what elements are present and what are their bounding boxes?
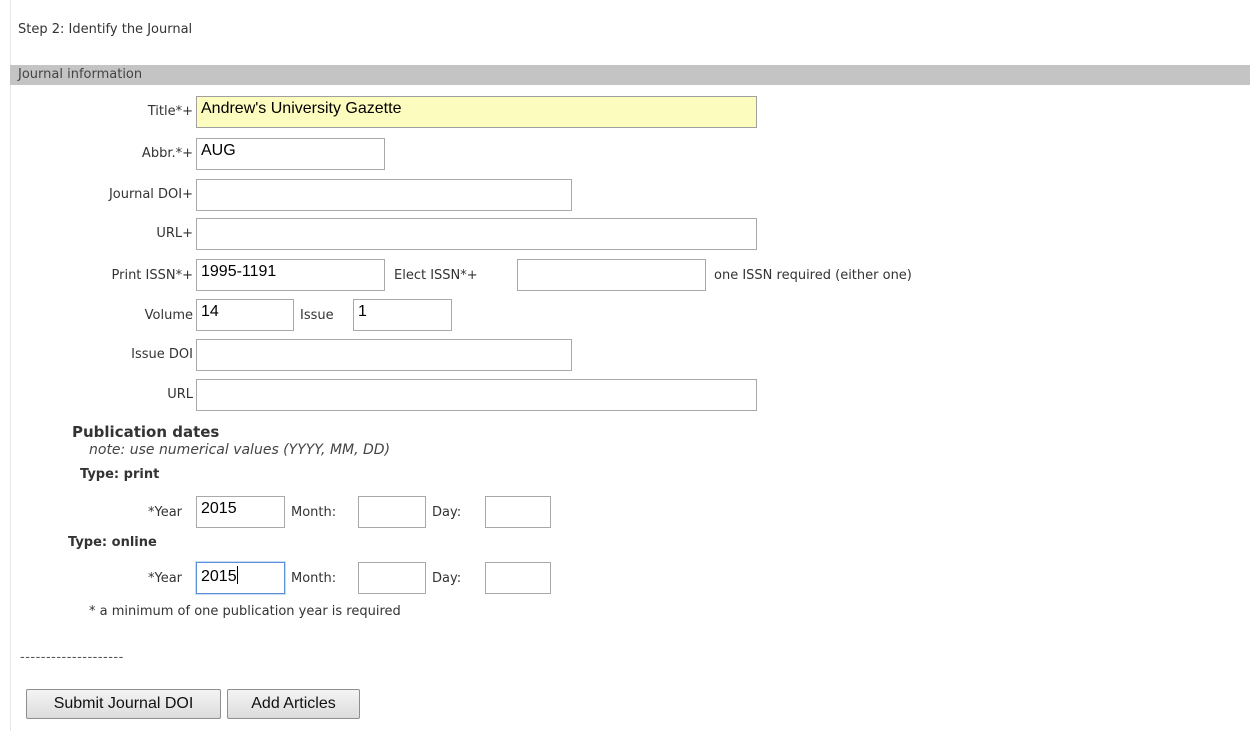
print-day-input[interactable] [485, 496, 551, 528]
type-print-label: Type: print [80, 467, 160, 482]
online-day-label: Day: [432, 571, 462, 586]
section-header-journal-information: Journal information [10, 65, 1250, 85]
title-label: Title*+ [147, 104, 193, 119]
online-month-input[interactable] [358, 562, 426, 594]
separator-line: -------------------- [20, 650, 124, 665]
elect-issn-label: Elect ISSN*+ [394, 268, 478, 283]
abbr-input[interactable]: AUG [196, 138, 385, 170]
print-day-label: Day: [432, 505, 462, 520]
print-month-label: Month: [291, 505, 337, 520]
journal-url-label: URL+ [156, 226, 193, 241]
print-issn-label: Print ISSN*+ [111, 268, 194, 283]
issue-url-label: URL [167, 387, 193, 402]
publication-dates-heading: Publication dates [72, 423, 220, 441]
journal-form-page: Step 2: Identify the Journal Journal inf… [0, 0, 1250, 731]
title-input[interactable]: Andrew's University Gazette [196, 96, 757, 128]
print-year-label: *Year [148, 505, 183, 520]
publication-year-requirement-note: * a minimum of one publication year is r… [89, 604, 401, 619]
issue-label: Issue [300, 308, 334, 323]
issue-doi-label: Issue DOI [131, 347, 193, 362]
abbr-label: Abbr.*+ [141, 146, 193, 161]
journal-doi-label: Journal DOI+ [108, 187, 193, 202]
journal-url-input[interactable] [196, 218, 757, 250]
issue-input[interactable]: 1 [353, 299, 452, 331]
print-year-input[interactable]: 2015 [196, 496, 285, 528]
online-year-label: *Year [148, 571, 183, 586]
print-issn-input[interactable]: 1995-1191 [196, 259, 385, 291]
online-day-input[interactable] [485, 562, 551, 594]
text-caret [236, 566, 238, 584]
journal-doi-input[interactable] [196, 179, 572, 211]
issue-doi-input[interactable] [196, 339, 572, 371]
submit-journal-doi-button[interactable]: Submit Journal DOI [26, 689, 221, 719]
step-title: Step 2: Identify the Journal [18, 22, 193, 37]
add-articles-button[interactable]: Add Articles [227, 689, 360, 719]
elect-issn-input[interactable] [517, 259, 706, 291]
issue-url-input[interactable] [196, 379, 757, 411]
online-year-input[interactable]: 2015 [196, 562, 285, 594]
volume-label: Volume [144, 308, 193, 323]
volume-input[interactable]: 14 [196, 299, 294, 331]
left-divider [10, 0, 11, 731]
online-year-value: 2015 [201, 568, 237, 585]
issn-requirement-note: one ISSN required (either one) [714, 268, 912, 283]
online-month-label: Month: [291, 571, 337, 586]
type-online-label: Type: online [68, 535, 157, 550]
print-month-input[interactable] [358, 496, 426, 528]
publication-dates-note: note: use numerical values (YYYY, MM, DD… [89, 442, 391, 458]
